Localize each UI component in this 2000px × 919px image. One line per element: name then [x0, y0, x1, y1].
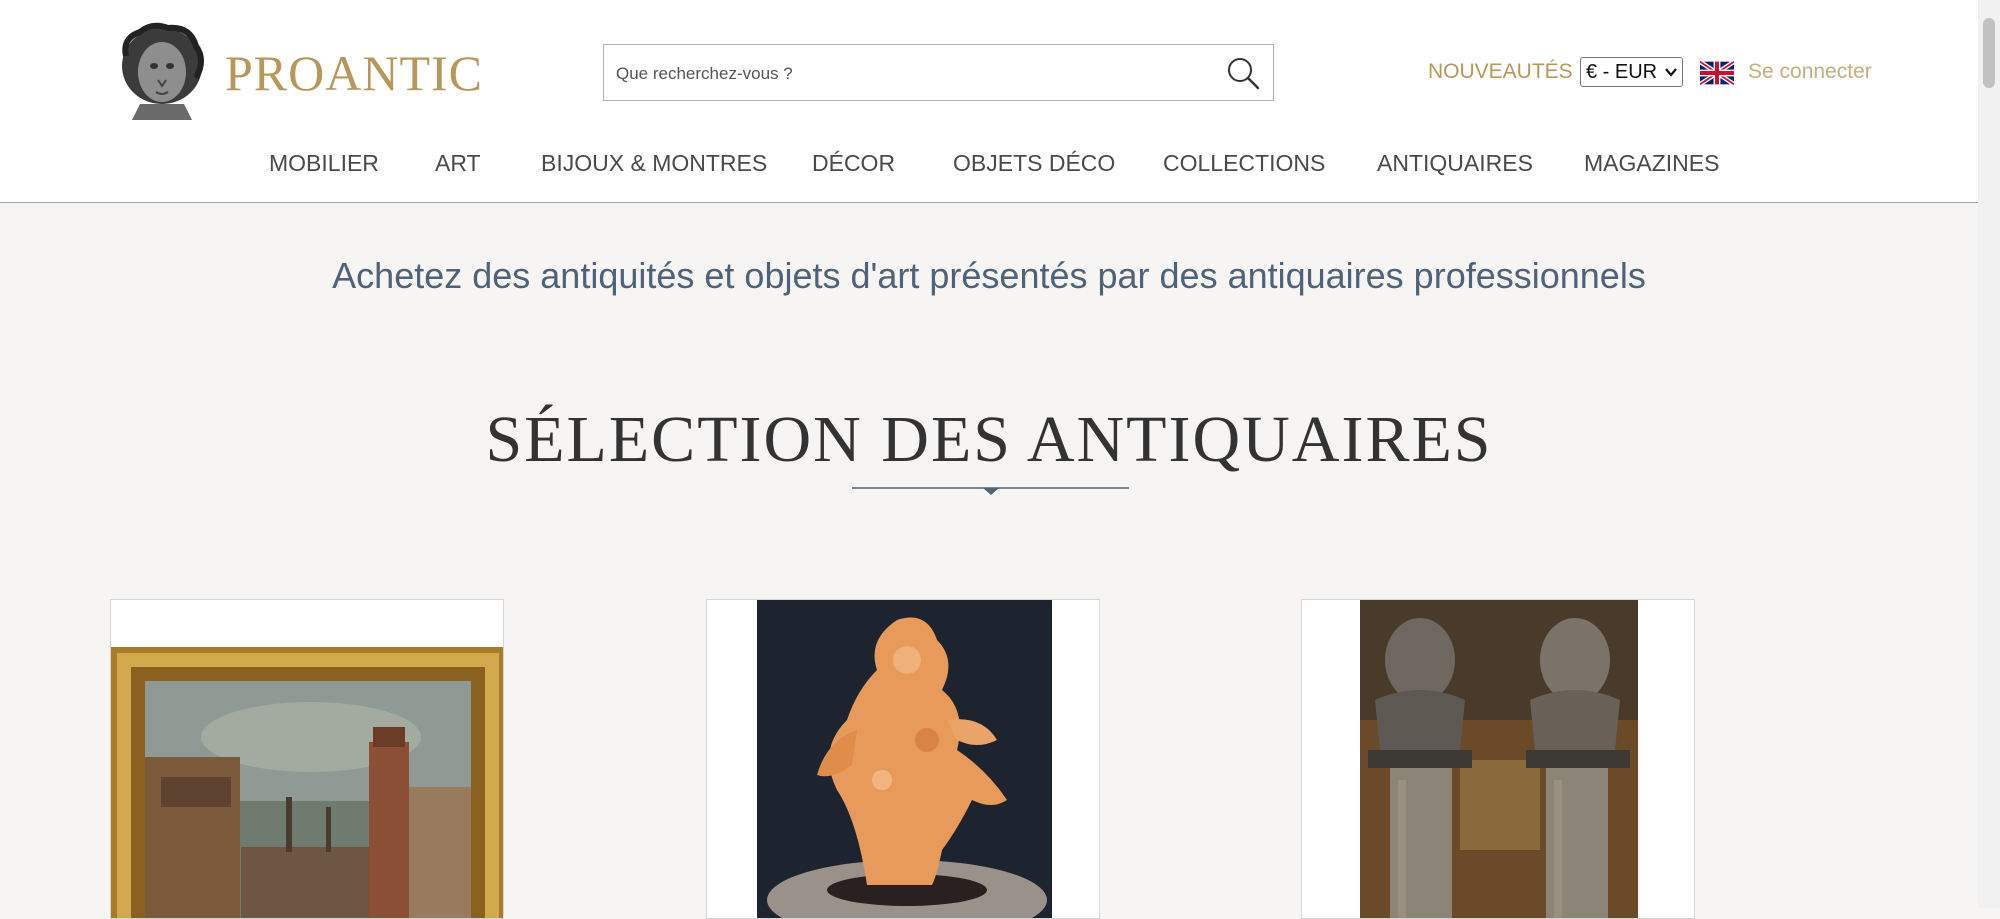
- brand-logo-text[interactable]: PROANTIC: [225, 44, 483, 102]
- product-image-coral-sculpture: [757, 600, 1052, 918]
- currency-select[interactable]: € - EUR: [1580, 57, 1683, 87]
- bust-logo-icon[interactable]: [112, 20, 210, 122]
- nav-item-mobilier[interactable]: MOBILIER: [269, 150, 379, 177]
- nav-item-bijoux-montres[interactable]: BIJOUX & MONTRES: [541, 150, 767, 177]
- product-card-busts[interactable]: [1301, 599, 1695, 919]
- search-bar: [603, 44, 1274, 102]
- title-divider: [852, 487, 1129, 495]
- product-image-venice-painting: [111, 647, 503, 918]
- new-arrivals-link[interactable]: NOUVEAUTÉS: [1428, 60, 1573, 84]
- search-input[interactable]: [614, 45, 1208, 102]
- nav-item-art[interactable]: ART: [435, 150, 481, 177]
- page-scrollbar[interactable]: [1978, 0, 2000, 908]
- chevron-down-icon: [1665, 68, 1677, 77]
- nav-item-decor[interactable]: DÉCOR: [812, 150, 895, 177]
- site-header: PROANTIC NOUVEAUTÉS € - EUR Se connecter…: [0, 0, 1978, 203]
- currency-value: € - EUR: [1586, 61, 1658, 83]
- search-icon[interactable]: [1225, 55, 1261, 91]
- product-image-busts: [1360, 600, 1638, 918]
- main-nav: MOBILIER ART BIJOUX & MONTRES DÉCOR OBJE…: [0, 150, 1978, 180]
- nav-item-objets-deco[interactable]: OBJETS DÉCO: [953, 150, 1115, 177]
- uk-flag-icon[interactable]: [1700, 61, 1734, 85]
- nav-item-magazines[interactable]: MAGAZINES: [1584, 150, 1719, 177]
- login-link[interactable]: Se connecter: [1748, 60, 1872, 84]
- section-title: SÉLECTION DES ANTIQUAIRES: [485, 403, 1493, 476]
- scrollbar-thumb[interactable]: [1983, 18, 1995, 88]
- tagline: Achetez des antiquités et objets d'art p…: [332, 255, 1646, 296]
- nav-item-antiquaires[interactable]: ANTIQUAIRES: [1377, 150, 1533, 177]
- nav-item-collections[interactable]: COLLECTIONS: [1163, 150, 1325, 177]
- product-card-coral-sculpture[interactable]: [706, 599, 1100, 919]
- product-card-painting[interactable]: [110, 599, 504, 919]
